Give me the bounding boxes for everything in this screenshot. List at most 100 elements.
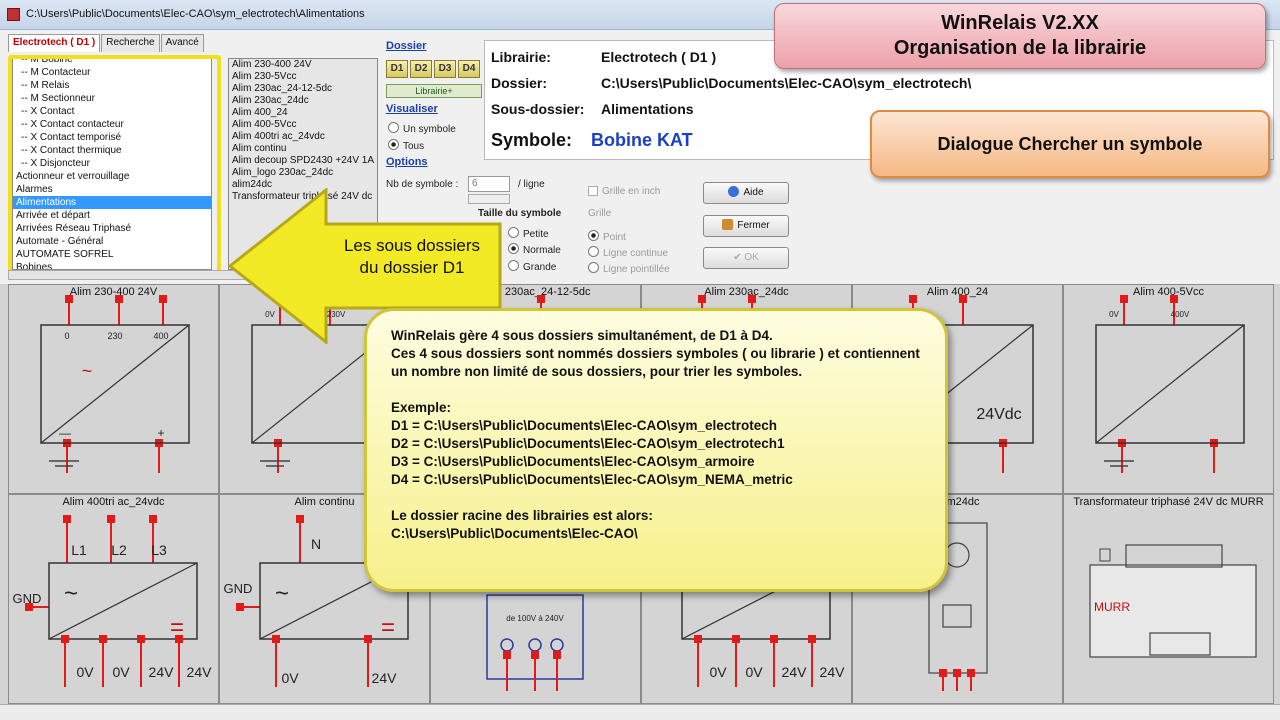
fermer-label: Fermer <box>737 220 770 231</box>
symbol-label: 0V <box>709 664 727 680</box>
ok-button[interactable]: ✔ OK <box>703 247 789 269</box>
symbol-label: ~ <box>275 580 289 607</box>
radio-tous[interactable]: Tous <box>388 139 424 152</box>
symbol-label: + <box>157 426 164 440</box>
symbol-preview-cell[interactable]: Alim 400tri ac_24vdc L1 L2 L3 GND ~ = 0V 0V 24V 24… <box>8 494 219 704</box>
pin-terminal <box>364 635 372 643</box>
symbol-label: = <box>170 614 184 641</box>
tree-item[interactable]: Arrivée et départ <box>13 209 211 222</box>
symbol-label: L1 <box>71 542 87 558</box>
pin-terminal <box>107 515 115 523</box>
tree-item[interactable]: Alimentations <box>13 196 211 209</box>
symbol-label: = <box>381 614 395 641</box>
folder-tree[interactable]: -- M Bobine -- M Contacteur -- M Relais -- … <box>12 58 212 270</box>
pin-terminal <box>99 635 107 643</box>
radio-ligne-pointillee[interactable]: Ligne pointillée <box>588 262 670 275</box>
symbol-list-item[interactable]: Alim 230-5Vcc <box>229 71 377 83</box>
rectifier <box>942 604 972 628</box>
tree-item[interactable]: -- X Contact <box>13 105 211 118</box>
pin-terminal <box>694 635 702 643</box>
tab-avance[interactable]: Avancé <box>160 34 204 52</box>
tree-item[interactable]: -- M Contacteur <box>13 66 211 79</box>
symbol-list-item[interactable]: Alim 400-5Vcc <box>229 119 377 131</box>
tree-item[interactable]: AUTOMATE SOFREL <box>13 248 211 261</box>
note-paragraph-2: Ces 4 sous dossiers sont nommés dossiers… <box>391 346 920 379</box>
symbol-label: 0 <box>64 331 69 341</box>
terminal-screw <box>528 638 542 652</box>
symbol-label: 400V <box>1171 310 1190 319</box>
tab-bar: Electrotech ( D1 ) Recherche Avancé <box>8 34 205 52</box>
symbol-list-item[interactable]: Alim_logo 230ac_24dc <box>229 167 377 179</box>
tree-item[interactable]: -- X Contact contacteur <box>13 118 211 131</box>
d3-button[interactable]: D3 <box>434 60 456 78</box>
pin-terminal <box>137 635 145 643</box>
librairie-plus-button[interactable]: Librairie+ <box>386 84 482 98</box>
dossier-info-value: C:\Users\Public\Documents\Elec-CAO\sym_e… <box>601 75 972 91</box>
fermer-button[interactable]: Fermer <box>703 215 789 237</box>
radio-grande[interactable]: Grande <box>508 260 556 273</box>
symbol-list-item[interactable]: Alim 230-400 24V <box>229 59 377 71</box>
tutorial-title-box: WinRelais V2.XX Organisation de la libra… <box>774 3 1266 69</box>
symbol-list-item[interactable]: Alim 230ac_24-12-5dc <box>229 83 377 95</box>
radio-ligne-continue[interactable]: Ligne continue <box>588 246 668 259</box>
tree-item[interactable]: Alarmes <box>13 183 211 196</box>
tree-item[interactable]: -- X Disjoncteur <box>13 157 211 170</box>
symbol-label: 0V <box>281 670 299 686</box>
tree-item[interactable]: -- M Bobine <box>13 59 211 66</box>
tree-item[interactable]: Arrivées Réseau Triphasé <box>13 222 211 235</box>
symbol-label: 400 <box>153 331 168 341</box>
symbol-preview-cell[interactable]: Alim 230-400 24V 0 230 400 ~ — + <box>8 284 219 494</box>
tree-item[interactable]: -- M Relais <box>13 79 211 92</box>
radio-un-symbole[interactable]: Un symbole <box>388 122 456 135</box>
note-root-path: C:\Users\Public\Documents\Elec-CAO\ <box>391 526 638 541</box>
pin-terminal <box>553 651 561 659</box>
radio-normale[interactable]: Normale <box>508 243 561 256</box>
tab-electrotech[interactable]: Electrotech ( D1 ) <box>8 34 101 52</box>
title-line-1: WinRelais V2.XX <box>941 12 1099 34</box>
tree-item[interactable]: Automate - Général <box>13 235 211 248</box>
d2-button[interactable]: D2 <box>410 60 432 78</box>
pin-terminal <box>1170 295 1178 303</box>
librairie-value: Electrotech ( D1 ) <box>601 49 717 65</box>
radio-petite[interactable]: Petite <box>508 227 549 240</box>
tree-item[interactable]: Bobines <box>13 261 211 269</box>
tree-item[interactable]: -- X Contact temporisé <box>13 131 211 144</box>
aide-label: Aide <box>743 187 764 198</box>
pin-terminal <box>748 295 756 303</box>
symbol-list-item[interactable]: Alim 230ac_24dc <box>229 95 377 107</box>
symbol-label: 230 <box>107 331 122 341</box>
radio-point[interactable]: Point <box>588 230 626 243</box>
symbol-list-item[interactable]: Alim decoup SPD2430 +24V 1A <box>229 155 377 167</box>
pin-terminal <box>537 295 545 303</box>
aide-button[interactable]: Aide <box>703 182 789 204</box>
grid-label: Grille <box>588 208 612 219</box>
symbol-drawing: L1 L2 L3 GND ~ = 0V 0V 24V 24V <box>13 515 213 687</box>
murr-indicator <box>1099 548 1111 562</box>
main-window: C:\Users\Public\Documents\Elec-CAO\sym_e… <box>0 0 1280 720</box>
tree-item[interactable]: -- M Sectionneur <box>13 92 211 105</box>
symbol-label: 24V <box>187 664 213 680</box>
pin-terminal <box>296 515 304 523</box>
symbol-label: 24V <box>149 664 175 680</box>
pin-terminal <box>115 295 123 303</box>
symbol-drawing: 0V 400V <box>1095 295 1245 473</box>
symbol-drawing: 0 230 400 ~ — + <box>40 295 190 473</box>
options-label: Options <box>386 156 428 168</box>
pin-terminal <box>953 669 961 677</box>
symbol-label: 24Vdc <box>976 406 1021 423</box>
tab-recherche[interactable]: Recherche <box>101 34 160 52</box>
symbol-list-item[interactable]: Alim continu <box>229 143 377 155</box>
symbol-list-item[interactable]: Alim 400_24 <box>229 107 377 119</box>
d4-button[interactable]: D4 <box>458 60 480 78</box>
grid-inch-checkbox[interactable] <box>588 186 598 196</box>
symbole-label: Symbole: <box>491 130 573 150</box>
tree-item[interactable]: Actionneur et verrouillage <box>13 170 211 183</box>
symbol-label: L2 <box>111 542 127 558</box>
symbol-preview-cell[interactable]: Transformateur triphasé 24V dc MURR MURR <box>1063 494 1274 704</box>
pin-terminal <box>61 635 69 643</box>
symbol-list-item[interactable]: Alim 400tri ac_24vdc <box>229 131 377 143</box>
symbol-preview-cell[interactable]: Alim 400-5Vcc 0V 400V <box>1063 284 1274 494</box>
d1-button[interactable]: D1 <box>386 60 408 78</box>
pin-terminal <box>939 669 947 677</box>
tree-item[interactable]: -- X Contact thermique <box>13 144 211 157</box>
